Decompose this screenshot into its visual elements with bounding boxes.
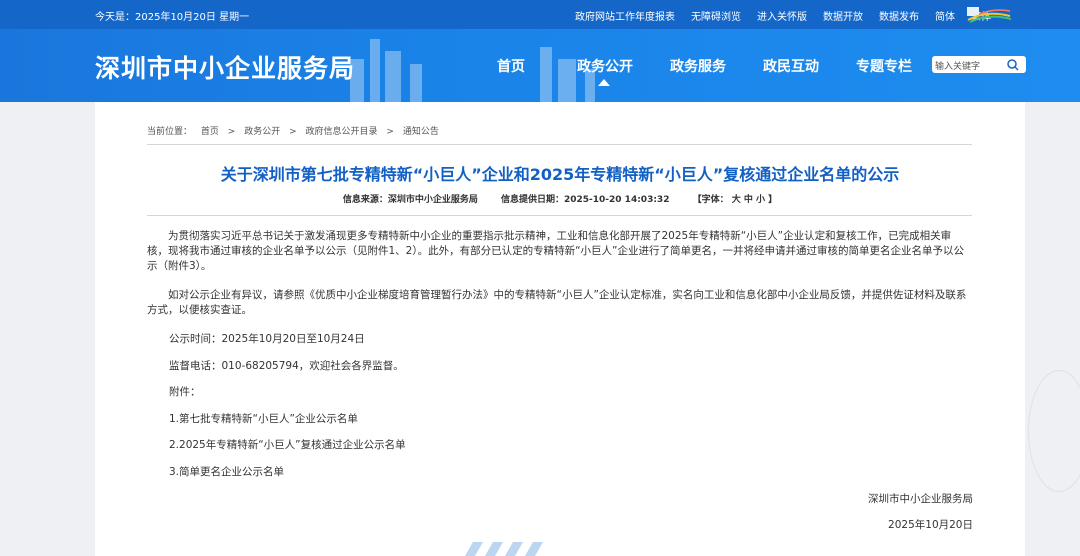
article-body: 为贯彻落实习近平总书记关于激发涌现更多专精特新中小企业的重要指示批示精神，工业和… <box>147 229 972 274</box>
link-accessibility[interactable]: 无障碍浏览 <box>691 8 741 23</box>
background-decoration <box>1028 370 1080 492</box>
article-body-2: 如对公示企业有异议，请参照《优质中小企业梯度培育管理暂行办法》中的专精特新“小巨… <box>147 288 972 318</box>
site-title[interactable]: 深圳市中小企业服务局 <box>95 49 355 85</box>
breadcrumb-sep: > <box>289 127 297 137</box>
nav-home[interactable]: 首页 <box>497 56 525 76</box>
paragraph-intro: 为贯彻落实习近平总书记关于激发涌现更多专精特新中小企业的重要指示批示精神，工业和… <box>147 230 964 272</box>
search-icon[interactable] <box>1006 58 1019 71</box>
shenzhen-logo-icon[interactable] <box>966 4 1012 24</box>
breadcrumb-notices[interactable]: 通知公告 <box>403 127 439 137</box>
breadcrumb-sep: > <box>227 127 236 137</box>
link-data-release[interactable]: 数据发布 <box>879 8 919 23</box>
supervision-phone: 监督电话：010-68205794，欢迎社会各界监督。 <box>169 360 404 372</box>
info-date: 信息提供日期：2025-10-20 14:03:32 <box>500 195 670 205</box>
nav-special-topics[interactable]: 专题专栏 <box>856 56 912 76</box>
link-care-version[interactable]: 进入关怀版 <box>757 8 807 23</box>
font-size-switcher[interactable]: 【字体： 大 中 小 】 <box>693 195 778 205</box>
attachment-link-2[interactable]: 2.2025年专精特新“小巨人”复核通过企业公示名单 <box>169 437 406 452</box>
signer: 深圳市中小企业服务局 <box>868 493 973 505</box>
stripe-decoration <box>465 542 543 556</box>
top-links: 政府网站工作年度报表 无障碍浏览 进入关怀版 数据开放 数据发布 简体 繁体 <box>575 8 1007 23</box>
nav-gov-services[interactable]: 政务服务 <box>670 56 726 76</box>
breadcrumb-gov-open[interactable]: 政务公开 <box>244 127 280 137</box>
search-box[interactable]: 输入关键字 <box>932 56 1026 73</box>
breadcrumb-catalog[interactable]: 政府信息公开目录 <box>306 127 378 137</box>
active-nav-caret-icon <box>598 79 610 86</box>
link-simplified[interactable]: 简体 <box>935 8 955 23</box>
publicity-period: 公示时间：2025年10月20日至10月24日 <box>169 333 365 345</box>
attachment-link-3[interactable]: 3.简单更名企业公示名单 <box>169 464 284 479</box>
content-panel: 当前位置： 首页 > 政务公开 > 政府信息公开目录 > 通知公告 关于深圳市第… <box>95 102 1025 556</box>
divider <box>147 144 972 145</box>
search-input[interactable]: 输入关键字 <box>935 59 980 72</box>
site-header: 深圳市中小企业服务局 首页 政务公开 政务服务 政民互动 专题专栏 <box>0 29 1080 102</box>
link-data-open[interactable]: 数据开放 <box>823 8 863 23</box>
breadcrumb-sep: > <box>386 127 394 137</box>
article-meta: 信息来源：深圳市中小企业服务局 信息提供日期：2025-10-20 14:03:… <box>95 192 1025 205</box>
info-source: 信息来源：深圳市中小企业服务局 <box>342 195 478 205</box>
divider <box>147 215 972 216</box>
attachments-label: 附件： <box>169 386 201 398</box>
nav-interaction[interactable]: 政民互动 <box>763 56 819 76</box>
breadcrumb: 当前位置： 首页 > 政务公开 > 政府信息公开目录 > 通知公告 <box>147 124 445 137</box>
link-annual-report[interactable]: 政府网站工作年度报表 <box>575 8 675 23</box>
breadcrumb-home[interactable]: 首页 <box>201 127 219 137</box>
sign-date: 2025年10月20日 <box>888 519 973 531</box>
today-date: 今天是：2025年10月20日 星期一 <box>95 12 250 23</box>
nav-gov-affairs-open[interactable]: 政务公开 <box>577 56 633 76</box>
top-bar: 今天是：2025年10月20日 星期一 政府网站工作年度报表 无障碍浏览 进入关… <box>0 0 1080 29</box>
breadcrumb-label: 当前位置： <box>147 127 193 137</box>
attachment-link-1[interactable]: 1.第七批专精特新“小巨人”企业公示名单 <box>169 411 358 426</box>
paragraph-objection: 如对公示企业有异议，请参照《优质中小企业梯度培育管理暂行办法》中的专精特新“小巨… <box>147 289 967 316</box>
article-title: 关于深圳市第七批专精特新“小巨人”企业和2025年专精特新“小巨人”复核通过企业… <box>220 165 900 184</box>
